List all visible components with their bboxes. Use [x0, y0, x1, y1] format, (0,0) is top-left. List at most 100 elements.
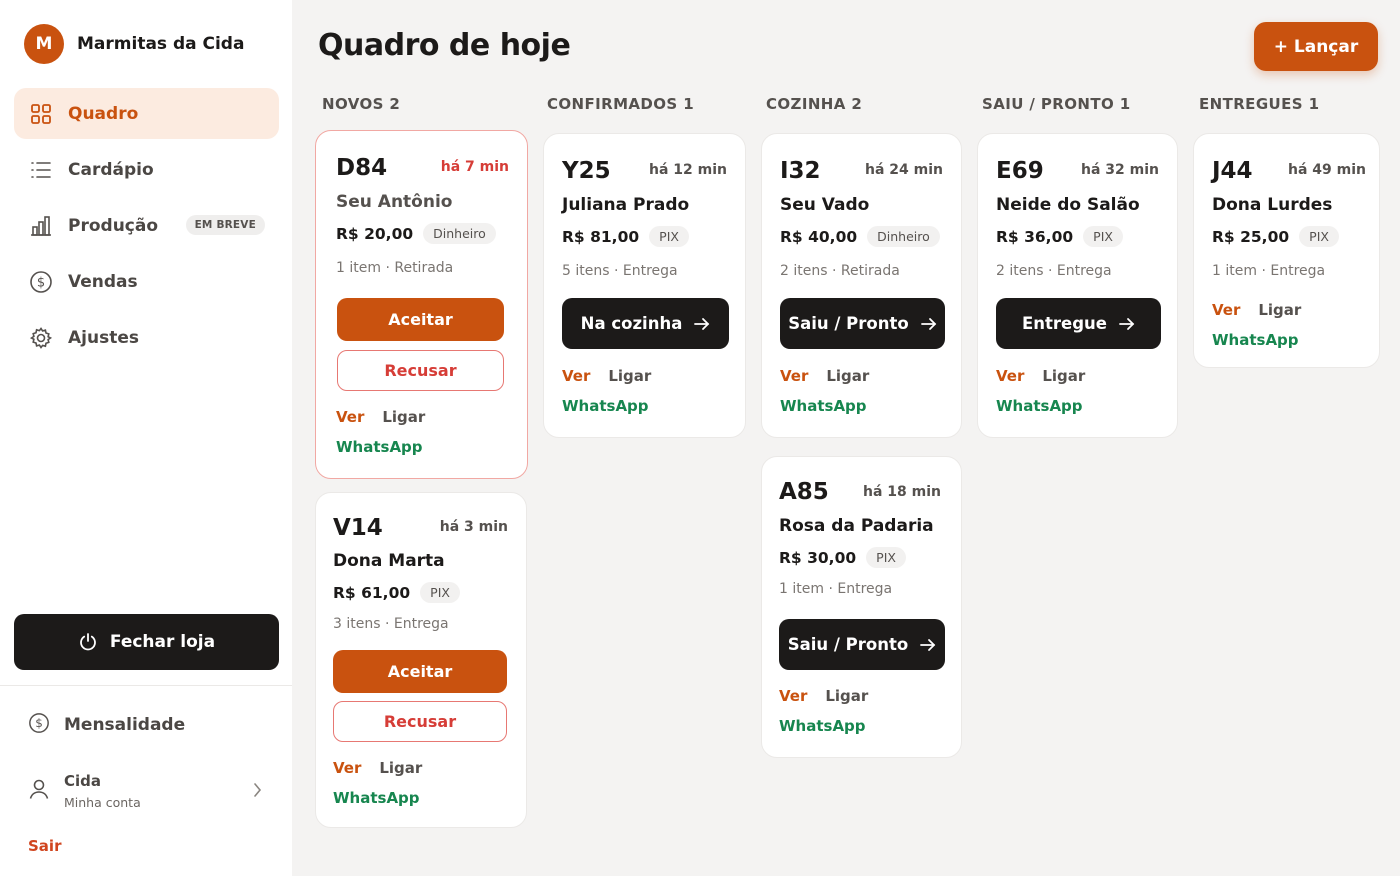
- order-card-e69[interactable]: E69 há 32 min Neide do Salão R$ 36,00 PI…: [977, 133, 1178, 438]
- order-price: R$ 30,00: [779, 548, 857, 567]
- order-card-a85[interactable]: A85 há 18 min Rosa da Padaria R$ 30,00 P…: [761, 456, 962, 758]
- sidebar-item-vendas[interactable]: $ Vendas: [14, 256, 279, 307]
- order-links: Ver Ligar WhatsApp: [333, 759, 422, 807]
- sidebar-item-label: Produção: [68, 215, 159, 236]
- accept-button[interactable]: Aceitar: [337, 298, 504, 341]
- ready-button[interactable]: Saiu / Pronto: [780, 298, 945, 349]
- order-customer: Seu Vado: [780, 195, 870, 215]
- refuse-button[interactable]: Recusar: [333, 701, 507, 742]
- order-card-i32[interactable]: I32 há 24 min Seu Vado R$ 40,00 Dinheiro…: [761, 133, 962, 438]
- order-card-y25[interactable]: Y25 há 12 min Juliana Prado R$ 81,00 PIX…: [543, 133, 746, 438]
- brand[interactable]: M Marmitas da Cida: [24, 24, 244, 64]
- call-link[interactable]: Ligar: [608, 367, 651, 385]
- call-link[interactable]: Ligar: [825, 687, 868, 705]
- subscription-link[interactable]: $ Mensalidade: [28, 712, 185, 738]
- order-meta: 1 item · Retirada: [336, 260, 453, 276]
- meta-separator: ·: [828, 581, 833, 597]
- order-time: há 24 min: [865, 162, 943, 178]
- sidebar: M Marmitas da Cida Quadro Cardápio Produ…: [0, 0, 292, 876]
- order-links: Ver Ligar WhatsApp: [336, 408, 425, 456]
- order-price-line: R$ 40,00 Dinheiro: [780, 226, 940, 247]
- order-code: Y25: [562, 158, 611, 184]
- accept-button[interactable]: Aceitar: [333, 650, 507, 693]
- grid-icon: [29, 102, 53, 126]
- order-time: há 18 min: [863, 484, 941, 500]
- arrow-right-icon: [1119, 317, 1135, 331]
- send-to-kitchen-button[interactable]: Na cozinha: [562, 298, 729, 349]
- order-customer: Dona Lurdes: [1212, 195, 1333, 215]
- order-code: J44: [1212, 158, 1253, 184]
- meta-separator: ·: [613, 263, 619, 279]
- order-card-d84[interactable]: D84 há 7 min Seu Antônio R$ 20,00 Dinhei…: [315, 130, 528, 479]
- close-store-button[interactable]: Fechar loja: [14, 614, 279, 670]
- arrow-right-icon: [694, 317, 710, 331]
- sidebar-item-cardapio[interactable]: Cardápio: [14, 144, 279, 195]
- sidebar-item-ajustes[interactable]: Ajustes: [14, 312, 279, 363]
- launch-button[interactable]: + Lançar: [1254, 22, 1378, 71]
- dollar-circle-icon: $: [28, 712, 50, 738]
- whatsapp-link[interactable]: WhatsApp: [333, 789, 422, 807]
- svg-text:$: $: [35, 716, 43, 730]
- order-mode: Retirada: [394, 260, 454, 276]
- whatsapp-link[interactable]: WhatsApp: [1212, 331, 1301, 349]
- view-link[interactable]: Ver: [562, 367, 590, 385]
- order-time: há 49 min: [1288, 162, 1366, 178]
- view-link[interactable]: Ver: [1212, 301, 1240, 319]
- order-time: há 12 min: [649, 162, 727, 178]
- action-label: Entregue: [1022, 314, 1107, 333]
- view-link[interactable]: Ver: [996, 367, 1024, 385]
- order-customer: Juliana Prado: [562, 195, 690, 215]
- whatsapp-link[interactable]: WhatsApp: [336, 438, 425, 456]
- order-links: Ver Ligar WhatsApp: [779, 687, 868, 735]
- meta-separator: ·: [384, 616, 390, 632]
- meta-separator: ·: [1047, 263, 1053, 279]
- meta-separator: ·: [1261, 263, 1266, 279]
- column-header-confirmados: CONFIRMADOS 1: [547, 95, 695, 113]
- meta-separator: ·: [385, 260, 390, 276]
- call-link[interactable]: Ligar: [826, 367, 869, 385]
- order-meta: 1 item · Entrega: [1212, 263, 1325, 279]
- delivered-button[interactable]: Entregue: [996, 298, 1161, 349]
- order-meta: 5 itens · Entrega: [562, 263, 678, 279]
- call-link[interactable]: Ligar: [1258, 301, 1301, 319]
- view-link[interactable]: Ver: [780, 367, 808, 385]
- whatsapp-link[interactable]: WhatsApp: [562, 397, 651, 415]
- whatsapp-link[interactable]: WhatsApp: [779, 717, 868, 735]
- meta-separator: ·: [831, 263, 837, 279]
- account-subtitle: Minha conta: [64, 795, 141, 810]
- order-mode: Entrega: [393, 616, 449, 632]
- view-link[interactable]: Ver: [336, 408, 364, 426]
- payment-badge: PIX: [420, 582, 460, 603]
- ready-button[interactable]: Saiu / Pronto: [779, 619, 945, 670]
- order-price: R$ 20,00: [336, 224, 414, 243]
- order-time: há 7 min: [440, 159, 509, 175]
- order-items: 1 item: [1212, 263, 1257, 279]
- call-link[interactable]: Ligar: [382, 408, 425, 426]
- order-mode: Entrega: [622, 263, 678, 279]
- account-name: Cida: [64, 772, 102, 790]
- order-price: R$ 25,00: [1212, 227, 1290, 246]
- sidebar-item-quadro[interactable]: Quadro: [14, 88, 279, 139]
- view-link[interactable]: Ver: [779, 687, 807, 705]
- order-card-j44[interactable]: J44 há 49 min Dona Lurdes R$ 25,00 PIX 1…: [1193, 133, 1380, 368]
- brand-name: Marmitas da Cida: [77, 34, 245, 54]
- order-card-v14[interactable]: V14 há 3 min Dona Marta R$ 61,00 PIX 3 i…: [315, 492, 527, 828]
- order-price-line: R$ 81,00 PIX: [562, 226, 689, 247]
- sidebar-item-producao[interactable]: Produção EM BREVE: [14, 200, 279, 251]
- order-time: há 32 min: [1081, 162, 1159, 178]
- account-menu[interactable]: Cida Minha conta: [28, 768, 268, 814]
- subscription-label: Mensalidade: [64, 715, 186, 735]
- sidebar-item-label: Cardápio: [68, 159, 154, 180]
- call-link[interactable]: Ligar: [379, 759, 422, 777]
- call-link[interactable]: Ligar: [1042, 367, 1085, 385]
- view-link[interactable]: Ver: [333, 759, 361, 777]
- chevron-right-icon: [250, 781, 264, 803]
- logout-link[interactable]: Sair: [28, 837, 61, 855]
- refuse-button[interactable]: Recusar: [337, 350, 504, 391]
- order-code: D84: [336, 155, 388, 181]
- order-links: Ver Ligar WhatsApp: [996, 367, 1085, 415]
- whatsapp-link[interactable]: WhatsApp: [780, 397, 869, 415]
- order-price-line: R$ 61,00 PIX: [333, 582, 460, 603]
- column-header-saiu-pronto: SAIU / PRONTO 1: [982, 95, 1131, 113]
- whatsapp-link[interactable]: WhatsApp: [996, 397, 1085, 415]
